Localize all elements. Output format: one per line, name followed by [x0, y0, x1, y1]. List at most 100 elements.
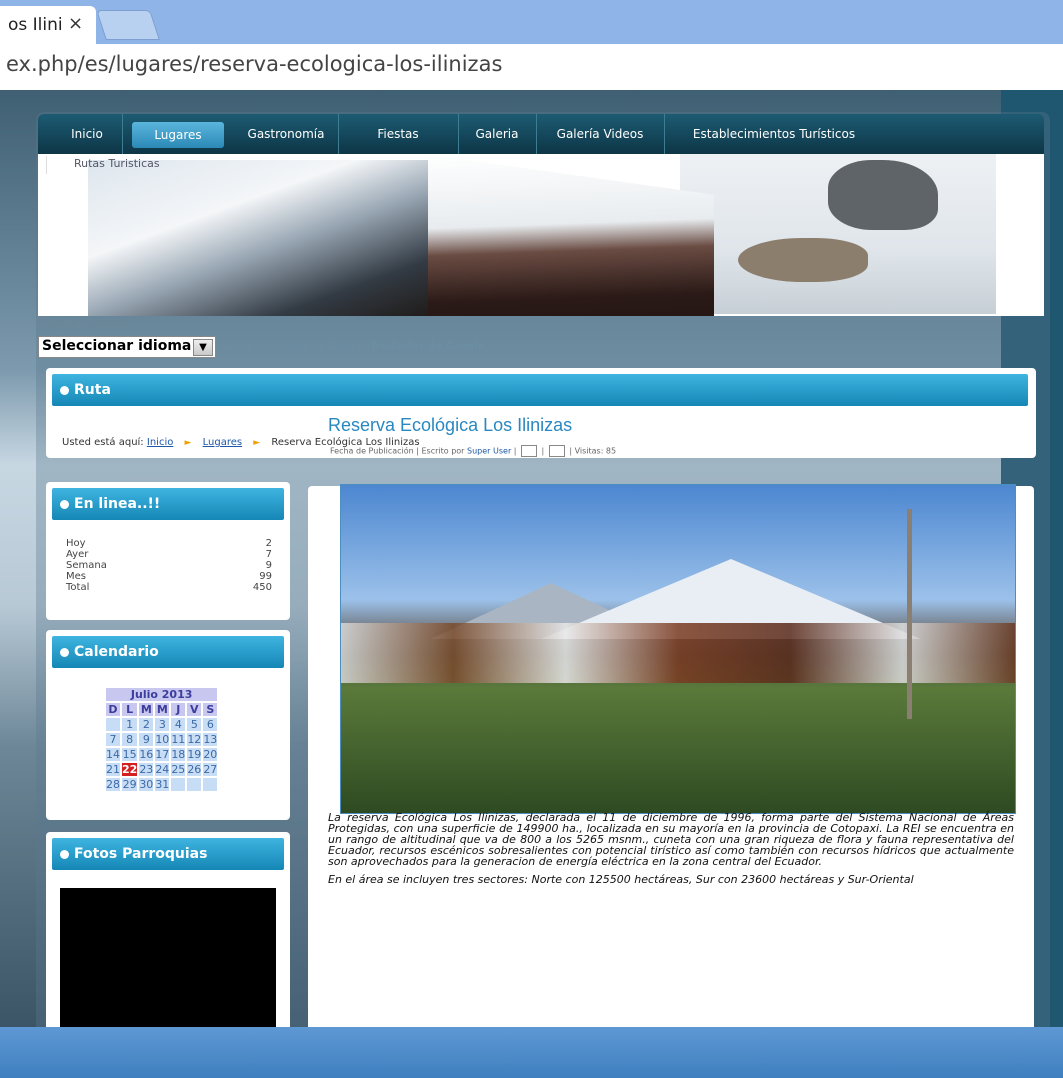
calendar-day[interactable]: 24: [155, 763, 170, 776]
language-label: Elegir idioma: [38, 316, 127, 330]
calendar-day[interactable]: 10: [155, 733, 170, 746]
stat-row: Hoy 2: [66, 538, 272, 549]
stat-value: 99: [259, 571, 272, 582]
calendar-day[interactable]: 30: [139, 778, 154, 791]
stat-value: 450: [252, 582, 272, 593]
meta-published: Fecha de Publicación: [330, 446, 414, 456]
calendar-day-header: M: [139, 703, 154, 716]
article-meta: Fecha de Publicación | Escrito por Super…: [330, 445, 617, 457]
calendar-empty: [106, 718, 120, 731]
breadcrumb-lugares[interactable]: Lugares: [203, 437, 242, 448]
article-paragraph: La reserva Ecológica Los Ilinizas, decla…: [328, 811, 1014, 868]
calendar-day[interactable]: 6: [203, 718, 218, 731]
main-nav: Inicio Lugares Gastronomía Fiestas Galer…: [38, 114, 1044, 154]
tab-close-icon[interactable]: ×: [68, 13, 83, 34]
browser-tab[interactable]: os Ilini ×: [0, 6, 96, 44]
address-bar[interactable]: ex.php/es/lugares/reserva-ecologica-los-…: [0, 44, 1063, 91]
online-title: En linea..!!: [74, 496, 161, 512]
meta-author-prefix: Escrito por: [421, 446, 465, 456]
nav-item-galeria[interactable]: Galeria: [458, 114, 537, 154]
breadcrumb-inicio[interactable]: Inicio: [147, 437, 173, 448]
calendar-day[interactable]: 12: [187, 733, 202, 746]
powered-by-text: Con la tecnología de Google: [222, 341, 364, 352]
calendar-day[interactable]: 7: [106, 733, 120, 746]
nav-item-gastronomia[interactable]: Gastronomía: [234, 114, 339, 154]
calendar-day[interactable]: 14: [106, 748, 120, 761]
stat-row: Total 450: [66, 582, 272, 593]
calendar-day[interactable]: 15: [122, 748, 138, 761]
article-photo: [340, 484, 1016, 814]
meta-visits: Visitas: 85: [574, 446, 617, 456]
fotos-title: Fotos Parroquias: [74, 846, 208, 862]
language-select[interactable]: Seleccionar idioma ▼: [38, 336, 216, 358]
calendar-day[interactable]: 23: [139, 763, 154, 776]
article-body: La reserva Ecológica Los Ilinizas, decla…: [328, 812, 1014, 892]
nav-item-galeria-videos[interactable]: Galería Videos: [536, 114, 665, 154]
nav-item-inicio[interactable]: Inicio: [52, 114, 123, 154]
calendar-day[interactable]: 26: [187, 763, 202, 776]
stat-label: Hoy: [66, 538, 86, 549]
tab-title: os Ilini: [8, 15, 63, 35]
breadcrumb-arrow-icon: ►: [184, 438, 192, 448]
banner-photo-climber: [88, 160, 428, 316]
calendar-day[interactable]: 18: [171, 748, 186, 761]
breadcrumb-arrow-icon: ►: [253, 438, 261, 448]
calendar-day[interactable]: 5: [187, 718, 202, 731]
calendar-day-header: V: [187, 703, 202, 716]
calendar-day[interactable]: 4: [171, 718, 186, 731]
calendar-day[interactable]: 29: [122, 778, 138, 791]
nav-item-fiestas[interactable]: Fiestas: [338, 114, 459, 154]
print-icon[interactable]: [521, 445, 538, 457]
article-title[interactable]: Reserva Ecológica Los Ilinizas: [328, 415, 572, 436]
calendar-day[interactable]: 31: [155, 778, 170, 791]
subnav-divider: [46, 156, 47, 174]
nav-item-lugares[interactable]: Lugares: [132, 122, 224, 148]
calendar-day[interactable]: 19: [187, 748, 202, 761]
calendar-day-header: M: [155, 703, 170, 716]
calendar-month: Julio 2013: [106, 688, 218, 701]
calendar-day[interactable]: 11: [171, 733, 186, 746]
photo-pole: [907, 509, 912, 719]
calendar-today[interactable]: 22: [122, 763, 138, 776]
language-select-value: Seleccionar idioma: [42, 338, 192, 354]
chevron-down-icon[interactable]: ▼: [193, 339, 213, 356]
email-icon[interactable]: [548, 445, 565, 457]
stat-label: Total: [66, 582, 90, 593]
calendar-day[interactable]: 27: [203, 763, 218, 776]
calendar-day[interactable]: 20: [203, 748, 218, 761]
calendar-day[interactable]: 8: [122, 733, 138, 746]
ruta-header: Ruta: [52, 374, 1028, 406]
browser-tab-bar: os Ilini ×: [0, 0, 1063, 44]
meta-author[interactable]: Super User: [467, 447, 511, 456]
bullet-icon: [60, 849, 69, 859]
google-translator-link[interactable]: Traductor de Google: [370, 341, 484, 352]
calendar-empty: [171, 778, 186, 791]
nav-item-establecimientos[interactable]: Establecimientos Turísticos: [664, 114, 884, 154]
calendar-day[interactable]: 2: [139, 718, 154, 731]
calendar-title: Calendario: [74, 644, 159, 660]
breadcrumb-prefix: Usted está aquí:: [62, 437, 144, 448]
calendar-day[interactable]: 28: [106, 778, 120, 791]
taskbar: [0, 1027, 1063, 1078]
online-stats: Hoy 2 Ayer 7 Semana 9 Mes 99 Total 450: [66, 538, 272, 593]
subnav-item-rutas[interactable]: Rutas Turisticas: [74, 157, 160, 170]
calendar-day-header: J: [171, 703, 186, 716]
new-tab-button[interactable]: [96, 10, 160, 40]
calendar-day[interactable]: 13: [203, 733, 218, 746]
fotos-slideshow[interactable]: [60, 888, 276, 1027]
calendar-day[interactable]: 9: [139, 733, 154, 746]
stat-value: 7: [265, 549, 272, 560]
calendar-day[interactable]: 16: [139, 748, 154, 761]
calendar-day[interactable]: 1: [122, 718, 138, 731]
bullet-icon: [60, 385, 69, 395]
calendar-empty: [203, 778, 218, 791]
calendar-day-header: D: [106, 703, 120, 716]
online-header: En linea..!!: [52, 488, 284, 520]
calendar-day[interactable]: 3: [155, 718, 170, 731]
url-text[interactable]: ex.php/es/lugares/reserva-ecologica-los-…: [6, 52, 502, 76]
stat-value: 2: [265, 538, 272, 549]
calendar-day[interactable]: 25: [171, 763, 186, 776]
calendar-day[interactable]: 17: [155, 748, 170, 761]
fotos-header: Fotos Parroquias: [52, 838, 284, 870]
calendar-day[interactable]: 21: [106, 763, 120, 776]
